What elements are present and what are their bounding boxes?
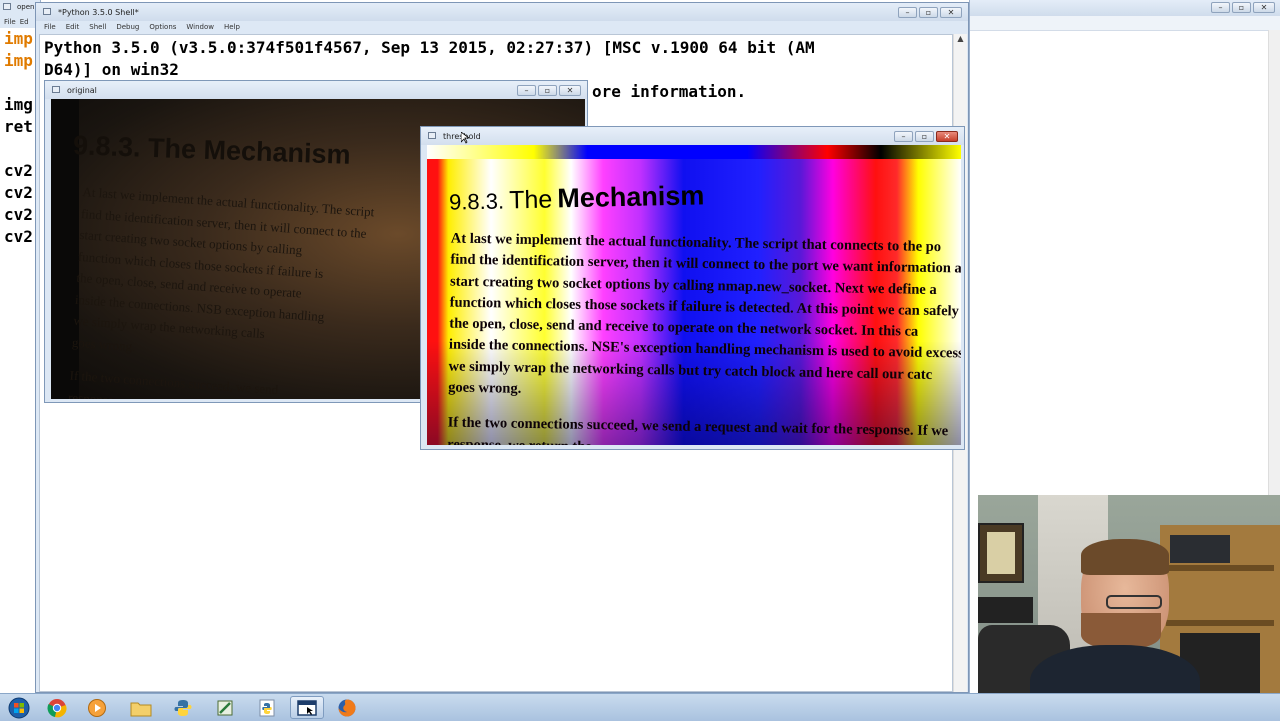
- window-icon: [428, 132, 436, 139]
- threshold-doc-heading: 9.8.3. The Mechanism: [449, 180, 705, 216]
- threshold-heading-title: Mechanism: [557, 180, 705, 214]
- webcam-picture-mat: [987, 532, 1015, 574]
- original-title: original: [67, 86, 97, 95]
- python-icon: [259, 699, 275, 716]
- close-button[interactable]: ✕: [940, 7, 962, 18]
- threshold-image-window: threshold – ▫ ✕ 9.8.3. The Mechanism At …: [420, 126, 965, 450]
- original-doc-heading: 9.8.3. The Mechanism: [72, 130, 352, 170]
- background-window-title: open: [17, 3, 35, 11]
- webcam-sign: [978, 597, 1033, 623]
- menu-options[interactable]: Options: [149, 23, 176, 31]
- shell-title: *Python 3.5.0 Shell*: [58, 8, 139, 17]
- media-player-icon: [88, 698, 106, 717]
- firefox-icon: [338, 699, 356, 716]
- menu-edit[interactable]: Edit: [66, 23, 80, 31]
- threshold-heading-number: 9.8.3.: [448, 188, 505, 215]
- webcam-shelf-items: [1170, 535, 1230, 563]
- firefox-taskbar-button[interactable]: [330, 696, 364, 719]
- taskbar: [0, 693, 1280, 721]
- editor-icon: [217, 700, 233, 715]
- webcam-person-beard: [1081, 613, 1161, 649]
- menu-debug[interactable]: Debug: [116, 23, 139, 31]
- windows-orb-icon: [8, 697, 30, 718]
- minimize-button[interactable]: –: [1211, 2, 1230, 13]
- window-icon: [52, 86, 60, 93]
- right-window-menubar: [970, 16, 1280, 31]
- minimize-button[interactable]: –: [894, 131, 913, 142]
- chrome-taskbar-button[interactable]: [40, 696, 74, 719]
- close-button[interactable]: ✕: [1253, 2, 1275, 13]
- close-button[interactable]: ✕: [936, 131, 958, 142]
- menu-edit[interactable]: Ed: [20, 18, 29, 26]
- folder-icon: [130, 702, 152, 716]
- explorer-taskbar-button[interactable]: [124, 696, 158, 719]
- python-icon: [174, 699, 192, 716]
- menu-help[interactable]: Help: [224, 23, 240, 31]
- maximize-button[interactable]: ▫: [538, 85, 557, 96]
- mouse-cursor-icon: [461, 132, 469, 144]
- media-player-taskbar-button[interactable]: [80, 696, 114, 719]
- webcam-person-hair: [1081, 539, 1169, 575]
- minimize-button[interactable]: –: [898, 7, 917, 18]
- webcam-picture-frame: [978, 523, 1024, 583]
- right-window-titlebar: – ▫ ✕: [970, 0, 1280, 16]
- webcam-overlay: [978, 495, 1280, 720]
- menu-file[interactable]: File: [44, 23, 56, 31]
- webcam-shelf-board: [1166, 620, 1274, 626]
- start-button[interactable]: [2, 696, 36, 719]
- menu-window[interactable]: Window: [186, 23, 214, 31]
- window-icon: [3, 3, 11, 10]
- idle-window-icon: [43, 8, 51, 15]
- shell-banner-line-2: D64)] on win32: [44, 60, 179, 79]
- editor-taskbar-button[interactable]: [208, 696, 242, 719]
- maximize-button[interactable]: ▫: [919, 7, 938, 18]
- window-app-icon: [297, 699, 317, 716]
- original-titlebar: original – ▫ ✕: [45, 81, 587, 99]
- shell-banner-line-1: Python 3.5.0 (v3.5.0:374f501f4567, Sep 1…: [44, 38, 815, 57]
- threshold-titlebar: threshold – ▫ ✕: [421, 127, 964, 145]
- menu-shell[interactable]: Shell: [89, 23, 106, 31]
- background-menubar: File Ed: [4, 18, 29, 26]
- close-button[interactable]: ✕: [559, 85, 581, 96]
- shell-titlebar: *Python 3.5.0 Shell* – ▫ ✕: [36, 3, 968, 21]
- threshold-heading-word: The: [508, 185, 553, 215]
- webcam-shelf-board: [1166, 565, 1274, 571]
- chrome-icon: [47, 698, 67, 717]
- python-idle-taskbar-button[interactable]: [250, 696, 284, 719]
- shell-menubar: File Edit Shell Debug Options Window Hel…: [44, 23, 240, 31]
- background-code-area[interactable]: imp imp img ret cv2 cv2 cv2 cv2: [0, 28, 40, 693]
- webcam-person-glasses: [1106, 595, 1162, 609]
- maximize-button[interactable]: ▫: [1232, 2, 1251, 13]
- scroll-up-arrow-icon[interactable]: ▲: [954, 34, 967, 43]
- threshold-image: 9.8.3. The Mechanism At last we implemen…: [427, 145, 961, 445]
- maximize-button[interactable]: ▫: [915, 131, 934, 142]
- minimize-button[interactable]: –: [517, 85, 536, 96]
- menu-file[interactable]: File: [4, 18, 16, 26]
- python-taskbar-button[interactable]: [166, 696, 200, 719]
- opencv-taskbar-button[interactable]: [290, 696, 324, 719]
